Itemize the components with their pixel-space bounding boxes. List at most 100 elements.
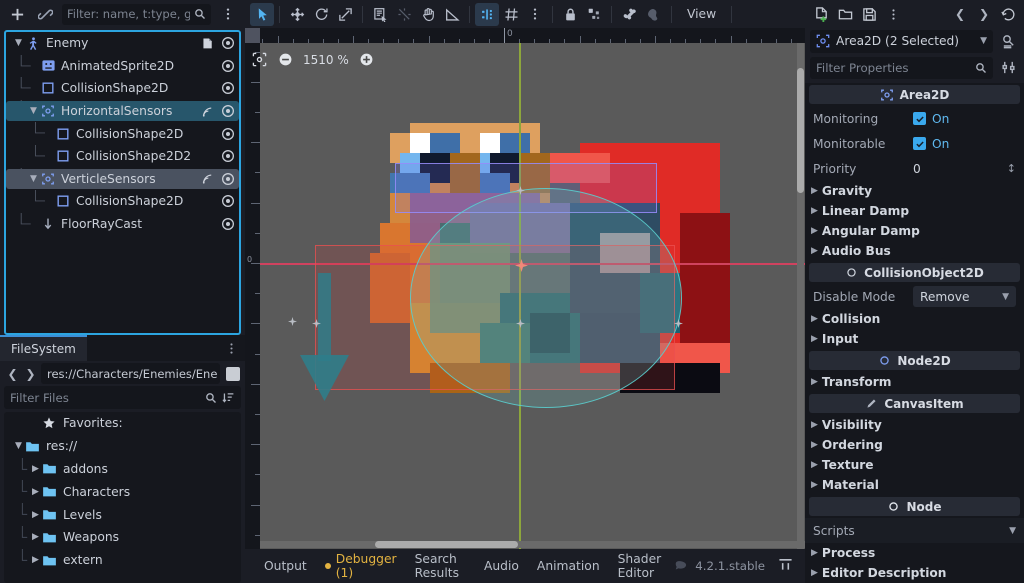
file-filter-input[interactable]: Filter Files <box>4 386 241 409</box>
bottom-tab-audio[interactable]: Audio <box>475 549 528 583</box>
visibility-toggle-icon[interactable] <box>221 194 235 208</box>
inspector-group-input[interactable]: ▶Input <box>805 329 1024 349</box>
skeleton-menu-tool[interactable] <box>641 3 665 26</box>
zoom-minus-icon[interactable] <box>277 51 294 68</box>
scene-tree-item[interactable]: CollisionShape2D <box>6 122 239 145</box>
anchor-handle[interactable] <box>516 184 525 193</box>
viewport-hscroll-thumb[interactable] <box>375 541 518 548</box>
scale-mode-tool[interactable] <box>333 3 357 26</box>
skeleton-options-tool[interactable] <box>617 3 641 26</box>
filesystem-item[interactable]: ▶extern <box>4 549 241 572</box>
current-path-field[interactable]: res://Characters/Enemies/Ene <box>41 363 220 384</box>
group-selected-tool[interactable] <box>582 3 606 26</box>
chevron-left-icon[interactable]: ❮ <box>949 3 971 25</box>
inspector-group-linear-damp[interactable]: ▶Linear Damp <box>805 201 1024 221</box>
canvas-viewport[interactable]: 0 0 1510 % <box>245 28 805 549</box>
property-filter-input[interactable]: Filter Properties <box>810 57 993 79</box>
inspector-property-priority[interactable]: Priority0↕ <box>805 156 1024 181</box>
anchor-handle[interactable] <box>312 317 321 326</box>
chevron-right-icon[interactable]: ▶ <box>811 440 818 450</box>
zoom-level-label[interactable]: 1510 % <box>303 53 349 67</box>
inspector-group-gravity[interactable]: ▶Gravity <box>805 181 1024 201</box>
save-icon[interactable] <box>858 3 880 25</box>
inspector-property-list[interactable]: Area2DMonitoringOnMonitorableOnPriority0… <box>805 83 1024 583</box>
pan-mode-tool[interactable] <box>416 3 440 26</box>
filesystem-item[interactable]: ▼res:// <box>4 435 241 458</box>
inspector-category[interactable]: CanvasItem <box>809 394 1020 413</box>
chevron-right-icon[interactable]: ▶ <box>811 334 818 344</box>
chevron-right-icon[interactable]: ▶ <box>811 246 818 256</box>
scene-tree-item[interactable]: CollisionShape2D <box>6 77 239 100</box>
horizontal-ruler[interactable]: 0 <box>245 28 805 43</box>
tree-twisty-expanded[interactable]: ▼ <box>27 106 40 116</box>
visibility-toggle-icon[interactable] <box>221 217 235 231</box>
canvas-drawing-surface[interactable] <box>260 43 805 549</box>
tree-twisty-expanded[interactable]: ▼ <box>12 38 25 48</box>
pivot-handle[interactable] <box>515 259 524 268</box>
filesystem-tree[interactable]: Favorites:▼res://▶addons▶Characters▶Leve… <box>4 412 241 583</box>
inspector-category[interactable]: Node <box>809 497 1020 516</box>
inspector-category[interactable]: Node2D <box>809 351 1020 370</box>
chevron-left-icon[interactable]: ❮ <box>5 364 20 383</box>
snap-options-menu[interactable] <box>523 3 547 26</box>
inspector-group-audio-bus[interactable]: ▶Audio Bus <box>805 241 1024 261</box>
visibility-toggle-icon[interactable] <box>221 149 235 163</box>
inspector-property-monitoring[interactable]: MonitoringOn <box>805 106 1024 131</box>
inspector-group-process[interactable]: ▶Process <box>805 543 1024 563</box>
node-signal-icon[interactable] <box>201 172 214 185</box>
scene-tree[interactable]: ▼EnemyAnimatedSprite2DCollisionShape2D▼H… <box>4 30 241 335</box>
chevron-right-icon[interactable]: ▶ <box>811 206 818 216</box>
move-mode-tool[interactable] <box>285 3 309 26</box>
fs-twisty-expanded[interactable]: ▼ <box>12 441 25 451</box>
node-script-icon[interactable] <box>201 37 214 50</box>
chevron-right-icon[interactable]: ▶ <box>811 568 818 578</box>
tree-twisty-expanded[interactable]: ▼ <box>27 174 40 184</box>
inspector-object-selector[interactable]: Area2D (2 Selected) ▼ <box>810 30 993 53</box>
bottom-tab-animation[interactable]: Animation <box>528 549 609 583</box>
chevron-right-icon[interactable]: ▶ <box>811 460 818 470</box>
scene-tree-item[interactable]: AnimatedSprite2D <box>6 55 239 78</box>
inspector-group-visibility[interactable]: ▶Visibility <box>805 415 1024 435</box>
scene-tree-item[interactable]: ▼VerticleSensors <box>6 168 239 191</box>
list-select-tool[interactable] <box>368 3 392 26</box>
inspector-group-material[interactable]: ▶Material <box>805 475 1024 495</box>
scene-tree-item[interactable]: CollisionShape2D <box>6 190 239 213</box>
zoom-fit-icon[interactable] <box>251 51 268 68</box>
expand-bottom-panel-icon[interactable] <box>778 557 795 575</box>
inspector-options-icon[interactable] <box>997 57 1019 79</box>
inspector-group-editor-description[interactable]: ▶Editor Description <box>805 563 1024 583</box>
tab-filesystem[interactable]: FileSystem <box>0 335 87 361</box>
editor-status-icon[interactable] <box>674 559 688 573</box>
vertical-ruler[interactable]: 0 <box>245 28 260 549</box>
snap-config-tool[interactable] <box>499 3 523 26</box>
disable-mode-dropdown[interactable]: Remove▼ <box>913 286 1016 307</box>
inspector-property-scripts[interactable]: Scripts▼ <box>805 518 1024 543</box>
chevron-down-icon[interactable]: ▼ <box>980 36 987 46</box>
sort-options-icon[interactable] <box>222 391 235 404</box>
toggle-snap-tool[interactable] <box>475 3 499 26</box>
view-menu-button[interactable]: View <box>678 3 725 25</box>
anchor-handle[interactable] <box>674 317 683 326</box>
anchor-handle[interactable] <box>288 315 297 324</box>
inspector-group-collision[interactable]: ▶Collision <box>805 309 1024 329</box>
viewport-hscroll-track[interactable] <box>260 541 805 548</box>
scene-tree-item[interactable]: ▼HorizontalSensors <box>6 100 239 123</box>
visibility-toggle-icon[interactable] <box>221 172 235 186</box>
bottom-tab-search-results[interactable]: Search Results <box>406 549 475 583</box>
chevron-right-icon[interactable]: ▶ <box>811 420 818 430</box>
scene-tree-item[interactable]: CollisionShape2D2 <box>6 145 239 168</box>
zoom-plus-icon[interactable] <box>358 51 375 68</box>
chevron-right-icon[interactable]: ▶ <box>811 226 818 236</box>
inspector-group-transform[interactable]: ▶Transform <box>805 372 1024 392</box>
visibility-toggle-icon[interactable] <box>221 59 235 73</box>
inspector-group-texture[interactable]: ▶Texture <box>805 455 1024 475</box>
chevron-right-icon[interactable]: ▶ <box>811 314 818 324</box>
chevron-right-icon[interactable]: ▶ <box>811 186 818 196</box>
folder-open-icon[interactable] <box>834 3 856 25</box>
bottom-tab-shader-editor[interactable]: Shader Editor <box>609 549 675 583</box>
ruler-snap-tool[interactable] <box>392 3 416 26</box>
chevron-right-icon[interactable]: ❯ <box>23 364 38 383</box>
chevron-right-icon[interactable]: ❯ <box>973 3 995 25</box>
rotate-mode-tool[interactable] <box>309 3 333 26</box>
chevron-down-icon[interactable]: ▼ <box>1009 526 1016 536</box>
